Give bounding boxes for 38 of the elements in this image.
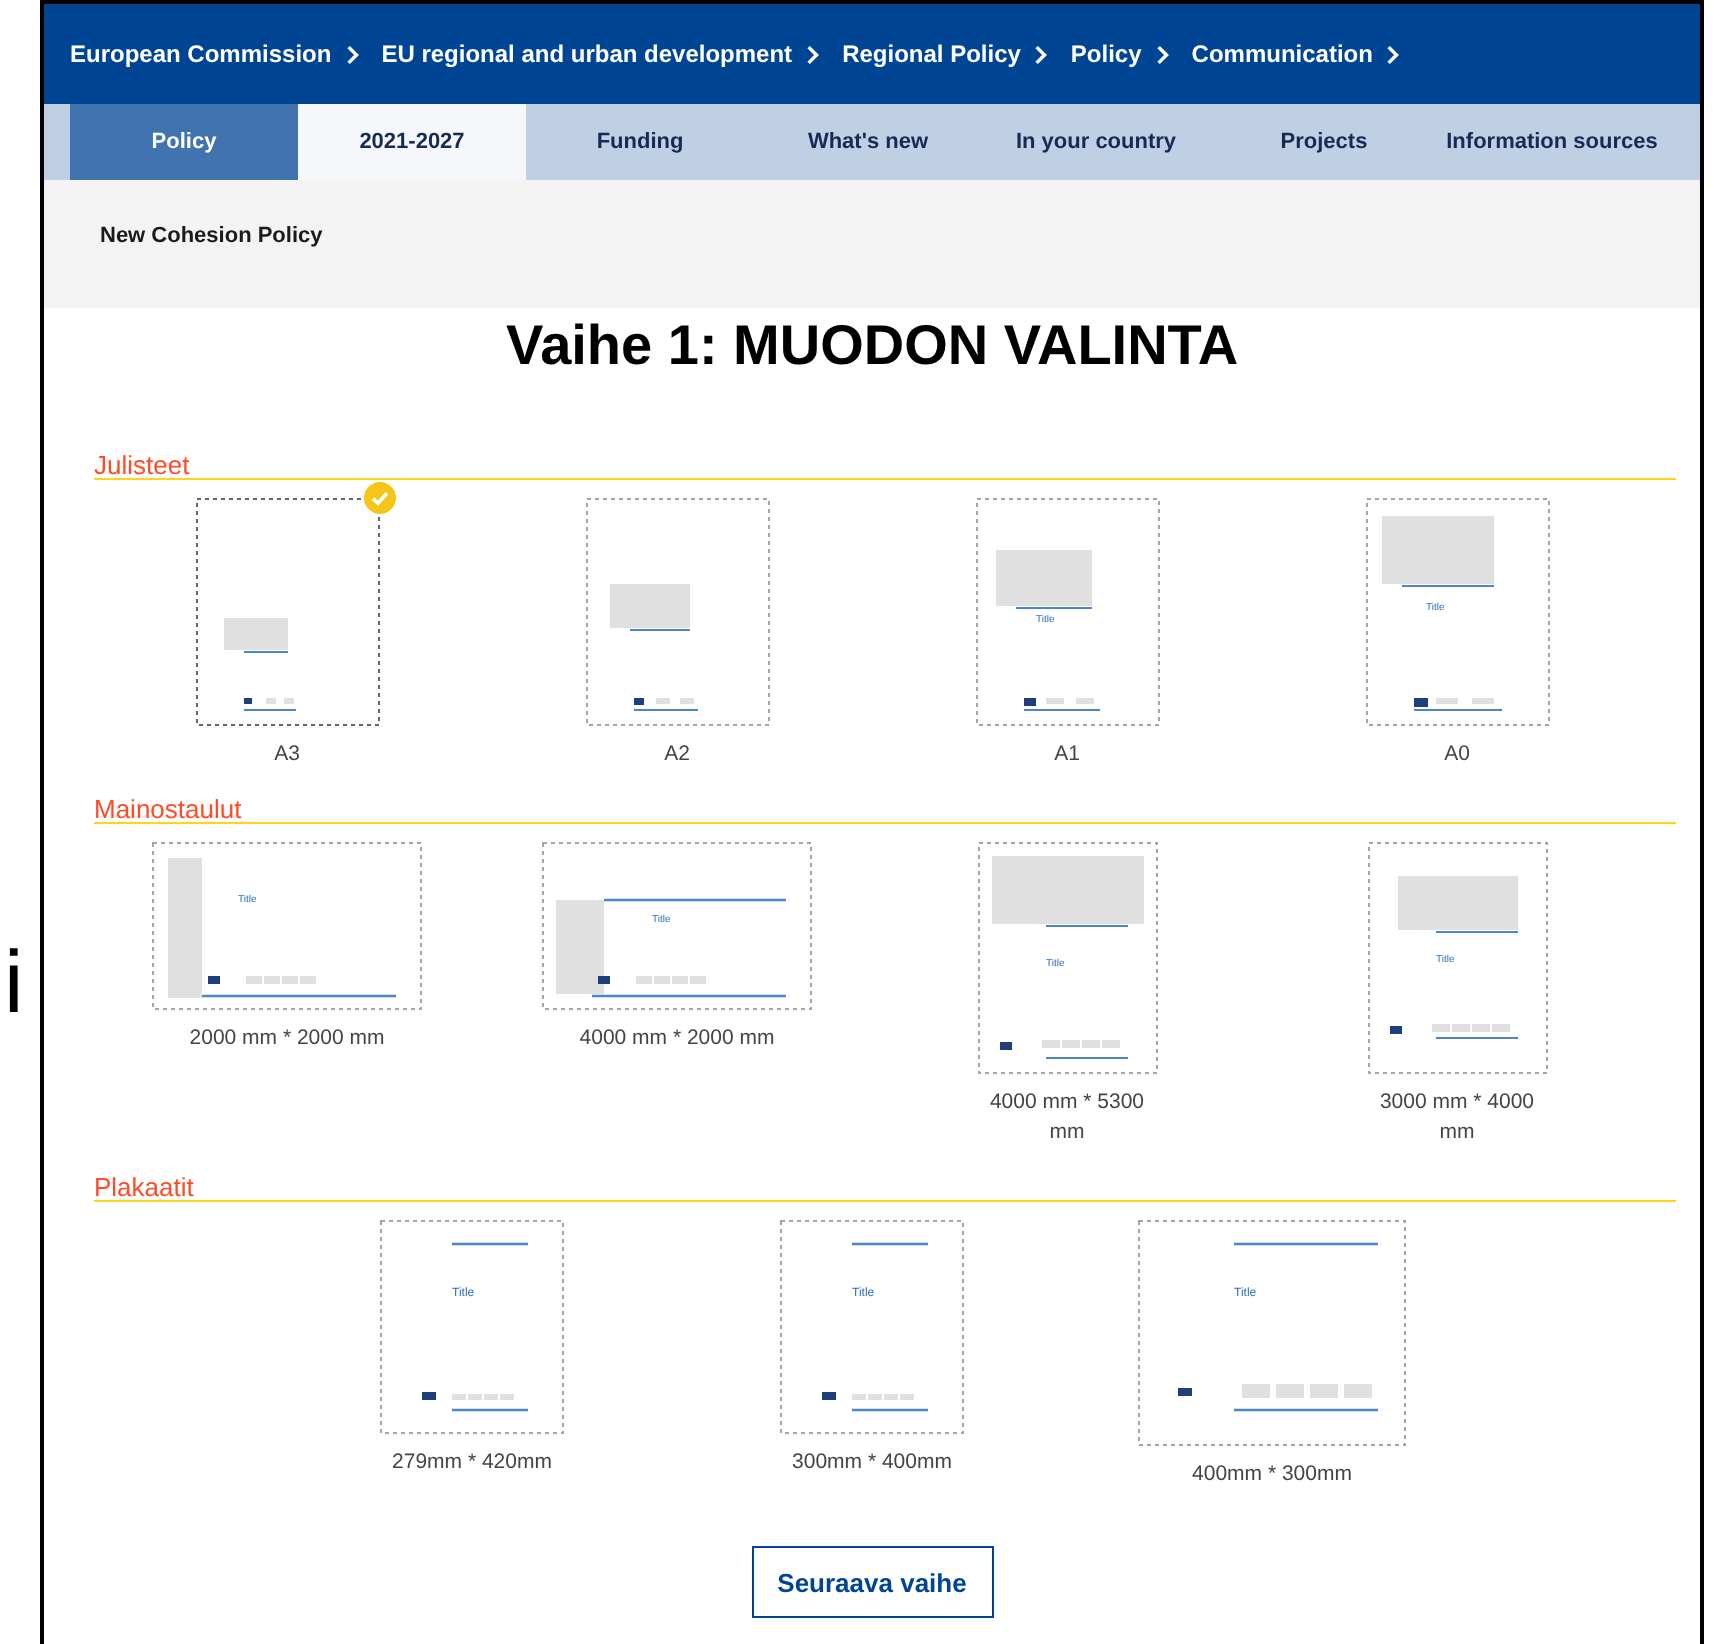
- sub-nav-link[interactable]: New Cohesion Policy: [100, 224, 323, 248]
- breadcrumb-link[interactable]: EU regional and urban development: [381, 40, 793, 68]
- nav-tab[interactable]: Projects: [1210, 104, 1438, 180]
- checkmark-icon: [363, 482, 395, 514]
- size-label: 279mm * 420mm: [390, 1448, 554, 1478]
- section-title: Mainostaulut: [94, 798, 1676, 824]
- size-label: 3000 mm * 4000 mm: [1377, 1088, 1537, 1148]
- size-label: A3: [272, 740, 302, 770]
- chevron-icon: [1386, 43, 1401, 65]
- chevron-icon: [1155, 43, 1170, 65]
- size-label: 300mm * 400mm: [790, 1448, 954, 1478]
- nav-tab[interactable]: Information sources: [1438, 104, 1666, 180]
- breadcrumb-link[interactable]: European Commission: [70, 40, 332, 68]
- breadcrumb-link[interactable]: Regional Policy: [842, 40, 1021, 68]
- size-label: 400mm * 300mm: [1190, 1460, 1354, 1490]
- chevron-icon: [1034, 43, 1049, 65]
- size-label: 2000 mm * 2000 mm: [187, 1024, 387, 1054]
- section-title: Plakaatit: [94, 1176, 1676, 1202]
- poster-preview[interactable]: [195, 498, 379, 726]
- chevron-icon: [806, 43, 821, 65]
- stray-letter: i: [4, 940, 24, 1028]
- nav-tab[interactable]: What's new: [754, 104, 982, 180]
- breadcrumb-link[interactable]: Policy: [1070, 40, 1142, 68]
- section-title: Julisteet: [94, 454, 1676, 480]
- nav-tab[interactable]: 2021-2027: [298, 104, 526, 180]
- size-label: 4000 mm * 2000 mm: [577, 1024, 777, 1054]
- breadcrumb-link[interactable]: Communication: [1191, 40, 1373, 68]
- nav-tab[interactable]: Policy: [70, 104, 298, 180]
- nav-tab[interactable]: Funding: [526, 104, 754, 180]
- size-label: A1: [1052, 740, 1082, 770]
- chevron-icon: [345, 43, 360, 65]
- next-step-button[interactable]: Seuraava vaihe: [751, 1546, 993, 1618]
- nav-tab[interactable]: In your country: [982, 104, 1210, 180]
- size-label: A0: [1442, 740, 1472, 770]
- size-label: A2: [662, 740, 692, 770]
- poster-preview[interactable]: [585, 498, 769, 726]
- size-label: 4000 mm * 5300 mm: [987, 1088, 1147, 1148]
- page-heading: Vaihe 1: MUODON VALINTA: [503, 314, 1241, 378]
